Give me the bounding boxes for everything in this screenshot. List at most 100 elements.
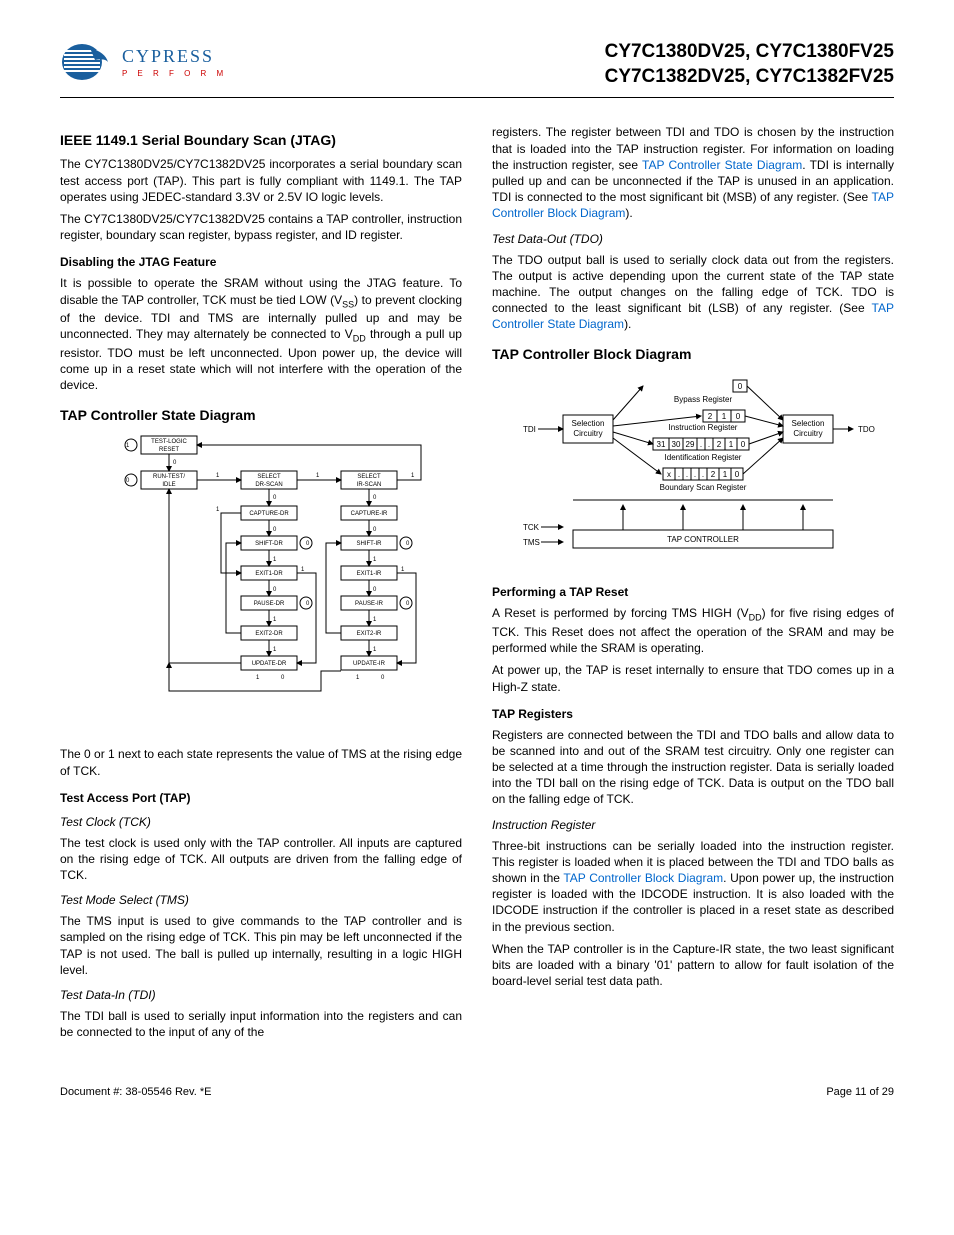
svg-text:29: 29: [686, 440, 695, 449]
svg-text:RUN-TEST/: RUN-TEST/: [153, 474, 185, 480]
svg-text:0: 0: [373, 495, 377, 501]
svg-text:TEST-LOGIC: TEST-LOGIC: [151, 439, 187, 445]
svg-text:.: .: [708, 440, 710, 449]
state-note: The 0 or 1 next to each state represents…: [60, 746, 462, 778]
regs-p: Registers are connected between the TDI …: [492, 727, 894, 808]
svg-text:1: 1: [722, 412, 727, 421]
svg-text:PAUSE-DR: PAUSE-DR: [254, 601, 285, 607]
svg-text:Boundary Scan Register: Boundary Scan Register: [660, 483, 747, 492]
svg-text:0: 0: [738, 382, 743, 391]
svg-text:1: 1: [729, 440, 734, 449]
parts-line-1: CY7C1380DV25, CY7C1380FV25: [605, 40, 894, 65]
svg-text:1: 1: [126, 443, 130, 449]
svg-text:DR-SCAN: DR-SCAN: [255, 482, 282, 488]
logo: CYPRESS P E R F O R M: [60, 40, 227, 84]
svg-text:SELECT: SELECT: [357, 474, 381, 480]
part-numbers: CY7C1380DV25, CY7C1380FV25 CY7C1382DV25,…: [605, 40, 894, 89]
svg-text:2: 2: [717, 440, 722, 449]
logo-text: CYPRESS: [122, 46, 227, 67]
svg-text:0: 0: [273, 527, 277, 533]
svg-text:0: 0: [173, 460, 177, 466]
svg-text:0: 0: [306, 601, 310, 607]
svg-text:PAUSE-IR: PAUSE-IR: [355, 601, 384, 607]
svg-text:Selection: Selection: [572, 419, 605, 428]
svg-text:1: 1: [373, 557, 377, 563]
heading-block-diagram: TAP Controller Block Diagram: [492, 346, 894, 362]
svg-text:EXIT2-IR: EXIT2-IR: [357, 631, 382, 637]
link-state-diagram[interactable]: TAP Controller State Diagram: [642, 158, 802, 172]
svg-text:0: 0: [306, 541, 310, 547]
svg-text:.: .: [694, 470, 696, 479]
svg-text:1: 1: [301, 567, 305, 573]
heading-instruction-register: Instruction Register: [492, 818, 894, 832]
svg-text:30: 30: [672, 440, 681, 449]
svg-text:IR-SCAN: IR-SCAN: [357, 482, 382, 488]
disable-p: It is possible to operate the SRAM witho…: [60, 275, 462, 393]
heading-tms: Test Mode Select (TMS): [60, 893, 462, 907]
svg-text:SELECT: SELECT: [257, 474, 281, 480]
svg-text:TCK: TCK: [523, 523, 540, 532]
logo-tagline: P E R F O R M: [122, 69, 227, 78]
svg-text:RESET: RESET: [159, 447, 179, 453]
ir-p2: When the TAP controller is in the Captur…: [492, 941, 894, 990]
svg-text:1: 1: [273, 557, 277, 563]
svg-text:UPDATE-DR: UPDATE-DR: [252, 661, 287, 667]
svg-text:Circuitry: Circuitry: [573, 429, 602, 438]
svg-text:2: 2: [711, 470, 716, 479]
svg-text:Identification Register: Identification Register: [665, 453, 742, 462]
jtag-p1: The CY7C1380DV25/CY7C1382DV25 incorporat…: [60, 156, 462, 205]
tdo-p: The TDO output ball is used to serially …: [492, 252, 894, 333]
svg-text:1: 1: [373, 647, 377, 653]
cont-p1: registers. The register between TDI and …: [492, 124, 894, 221]
svg-text:1: 1: [216, 473, 220, 479]
tms-p: The TMS input is used to give commands t…: [60, 913, 462, 978]
svg-text:SHIFT-DR: SHIFT-DR: [255, 541, 283, 547]
svg-text:0: 0: [273, 587, 277, 593]
svg-text:UPDATE-IR: UPDATE-IR: [353, 661, 386, 667]
page-footer: Document #: 38-05546 Rev. *E Page 11 of …: [60, 1086, 894, 1098]
svg-text:0: 0: [735, 470, 740, 479]
page-header: CYPRESS P E R F O R M CY7C1380DV25, CY7C…: [60, 40, 894, 98]
svg-text:TDI: TDI: [523, 425, 536, 434]
svg-text:0: 0: [381, 675, 385, 681]
content-columns: IEEE 1149.1 Serial Boundary Scan (JTAG) …: [60, 118, 894, 1046]
svg-text:2: 2: [708, 412, 713, 421]
parts-line-2: CY7C1382DV25, CY7C1382FV25: [605, 65, 894, 90]
link-block-diagram-2[interactable]: TAP Controller Block Diagram: [563, 871, 723, 885]
svg-text:1: 1: [411, 473, 415, 479]
svg-text:Instruction Register: Instruction Register: [669, 423, 738, 432]
svg-text:1: 1: [273, 647, 277, 653]
svg-text:0: 0: [281, 675, 285, 681]
svg-text:31: 31: [657, 440, 666, 449]
svg-text:EXIT1-IR: EXIT1-IR: [357, 571, 382, 577]
svg-text:Circuitry: Circuitry: [793, 429, 822, 438]
jtag-p2: The CY7C1380DV25/CY7C1382DV25 contains a…: [60, 211, 462, 243]
svg-text:EXIT1-DR: EXIT1-DR: [255, 571, 283, 577]
heading-tap-registers: TAP Registers: [492, 707, 894, 721]
svg-text:1: 1: [356, 675, 360, 681]
svg-text:0: 0: [406, 541, 410, 547]
state-diagram: TEST-LOGIC RESET RUN-TEST/IDLE SELECT DR-S…: [60, 431, 462, 734]
svg-text:0: 0: [406, 601, 410, 607]
svg-text:CAPTURE-IR: CAPTURE-IR: [351, 511, 388, 517]
heading-tap: Test Access Port (TAP): [60, 791, 462, 805]
svg-text:0: 0: [373, 527, 377, 533]
svg-text:EXIT2-DR: EXIT2-DR: [255, 631, 283, 637]
svg-text:Selection: Selection: [792, 419, 825, 428]
svg-text:0: 0: [741, 440, 746, 449]
heading-tdo: Test Data-Out (TDO): [492, 232, 894, 246]
reset-p1: A Reset is performed by forcing TMS HIGH…: [492, 605, 894, 656]
heading-tdi: Test Data-In (TDI): [60, 988, 462, 1002]
svg-text:0: 0: [273, 495, 277, 501]
heading-tck: Test Clock (TCK): [60, 815, 462, 829]
svg-text:IDLE: IDLE: [162, 482, 175, 488]
svg-text:1: 1: [256, 675, 260, 681]
right-column: registers. The register between TDI and …: [492, 118, 894, 1046]
logo-mark-icon: [60, 40, 116, 84]
heading-disable-jtag: Disabling the JTAG Feature: [60, 255, 462, 269]
svg-text:TMS: TMS: [523, 538, 540, 547]
svg-text:1: 1: [401, 567, 405, 573]
svg-text:0: 0: [373, 587, 377, 593]
svg-text:x: x: [667, 470, 671, 479]
tck-p: The test clock is used only with the TAP…: [60, 835, 462, 884]
